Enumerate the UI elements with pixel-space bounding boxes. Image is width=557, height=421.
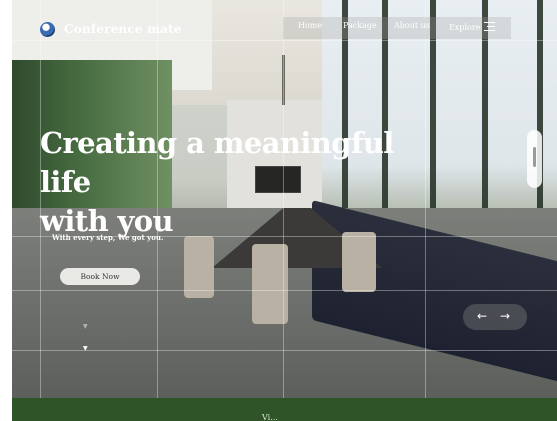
next-section-title: Vi... <box>262 413 278 421</box>
arrow-right-icon[interactable]: → <box>500 309 510 323</box>
caret-down-icon: ▼ <box>83 323 88 330</box>
hero-headline: Creating a meaningful life with you <box>40 124 420 241</box>
chair <box>184 236 214 298</box>
chair <box>342 232 376 292</box>
hero-headline-line1: Creating a meaningful life <box>40 126 394 199</box>
nav-item-home[interactable]: Home <box>298 21 322 30</box>
brand-name[interactable]: Conference mate <box>64 22 182 36</box>
book-now-button[interactable]: Book Now <box>60 268 140 285</box>
grid-line <box>12 40 557 41</box>
nav-item-package[interactable]: Package <box>343 21 377 30</box>
scroll-thumb[interactable] <box>533 147 536 167</box>
grid-line <box>425 0 426 398</box>
nav-item-about-us[interactable]: About us <box>394 21 430 30</box>
hero-subline: With every step, We got you. <box>52 233 164 242</box>
slider-controls <box>463 304 527 330</box>
globe-logo-icon[interactable] <box>40 22 55 37</box>
arrow-left-icon[interactable]: ← <box>477 309 487 323</box>
next-section-band <box>12 398 557 421</box>
explore-link[interactable]: Explore <box>449 23 480 32</box>
caret-down-icon: ▼ <box>83 345 88 352</box>
grid-line <box>12 290 557 291</box>
grid-line <box>12 350 557 351</box>
hamburger-menu-icon[interactable] <box>484 22 495 31</box>
